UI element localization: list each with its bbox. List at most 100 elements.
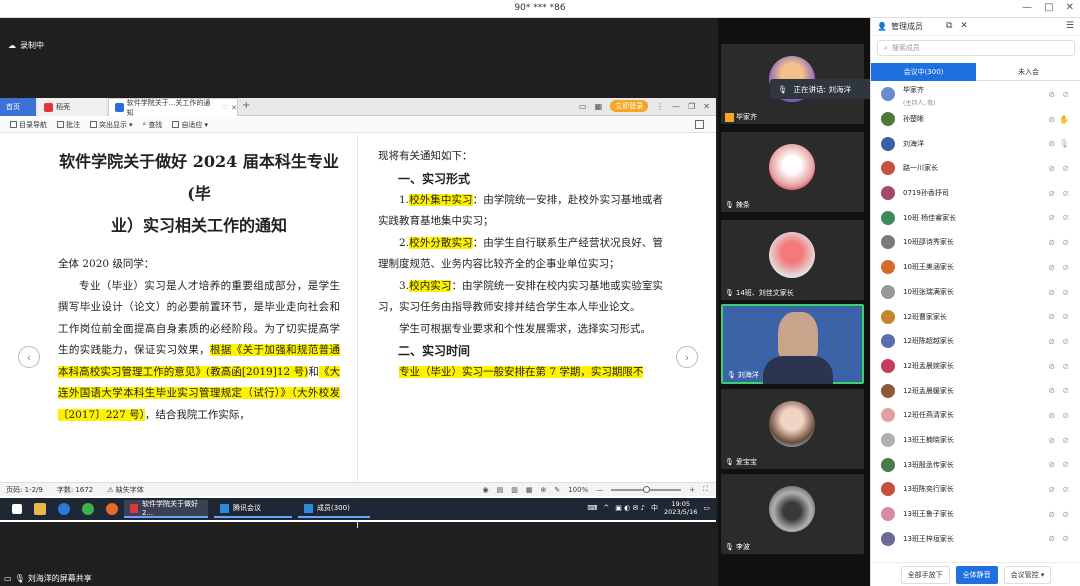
camera-off-icon[interactable]: ⊘ [1048,411,1055,420]
member-row[interactable]: 12班陈超越家长 ⊘ ⊘ [871,329,1080,354]
camera-off-icon[interactable]: ⊘ [1048,189,1055,198]
camera-off-icon[interactable]: ⊘ [1048,115,1055,124]
taskbar-app-meeting[interactable]: 腾讯会议 [214,500,292,518]
member-row[interactable]: 毕家齐 (主持人, 我) ⊘ ⊘ [871,82,1080,107]
tray-icons[interactable]: ▣ ◐ ✉ ♪ [615,504,645,512]
browser-icon[interactable] [82,503,94,515]
video-tile[interactable]: 🎙 14班、刘佳文家长 [721,220,864,300]
video-tile[interactable]: 🎙 爱宝宝 [721,389,864,469]
member-search-input[interactable]: ⌕ 搜索成员 [877,40,1075,56]
keyboard-icon[interactable]: ⌨ [587,504,597,512]
member-row[interactable]: 13班王梓垣家长 ⊘ ⊘ [871,526,1080,551]
video-tile[interactable]: 🎙 李波 [721,474,864,554]
mic-muted-icon[interactable]: 🎙 [1059,139,1069,148]
zoom-out-icon[interactable]: — [596,486,603,494]
mic-muted-icon[interactable]: ⊘ [1062,164,1069,173]
mic-muted-icon[interactable]: ⊘ [1062,411,1069,420]
export-icon[interactable] [695,120,704,129]
mic-muted-icon[interactable]: ⊘ [1062,534,1069,543]
close-icon[interactable]: ✕ [1066,2,1074,13]
eye-icon[interactable]: ◉ [482,486,488,494]
mic-muted-icon[interactable]: ⊘ [1062,213,1069,222]
menu-icon[interactable]: ☰ [1066,21,1074,31]
member-row[interactable]: 10班张瑞满家长 ⊘ ⊘ [871,280,1080,305]
mic-muted-icon[interactable]: ⊘ [1062,460,1069,469]
camera-off-icon[interactable]: ⊘ [1048,139,1055,148]
member-row[interactable]: 12班孟晨婉家长 ⊘ ⊘ [871,354,1080,379]
camera-off-icon[interactable]: ⊘ [1048,238,1055,247]
maximize-icon[interactable]: □ [1044,2,1053,13]
member-row[interactable]: 13班陈奕行家长 ⊘ ⊘ [871,477,1080,502]
two-page-icon[interactable]: ▥ [511,486,518,494]
start-icon[interactable] [12,504,22,514]
zoom-in-icon[interactable]: + [689,486,695,494]
camera-off-icon[interactable]: ⊘ [1048,337,1055,346]
raise-hand-icon[interactable]: ✋ [1059,115,1069,124]
login-button[interactable]: 立即登录 [610,100,649,112]
missing-font[interactable]: ⚠ 缺失字体 [107,485,144,495]
tab-home[interactable]: 首页 [0,98,36,116]
word-count[interactable]: 字数: 1672 [57,485,93,495]
zoom-knob[interactable] [642,485,650,493]
member-row[interactable]: 路一川家长 ⊘ ⊘ [871,156,1080,181]
camera-off-icon[interactable]: ⊘ [1048,164,1055,173]
minimize-icon[interactable]: — [1022,2,1032,13]
camera-off-icon[interactable]: ⊘ [1048,510,1055,519]
member-list-scrollbar[interactable] [1076,82,1080,562]
member-row[interactable]: 10班邵诗秀家长 ⊘ ⊘ [871,230,1080,255]
clock[interactable]: 19:05 2023/5/16 [664,500,697,516]
member-row[interactable]: 10班王美涵家长 ⊘ ⊘ [871,255,1080,280]
mic-muted-icon[interactable]: ⊘ [1062,90,1069,99]
mic-muted-icon[interactable]: ⊘ [1062,337,1069,346]
camera-off-icon[interactable]: ⊘ [1048,485,1055,494]
next-page-button[interactable]: › [676,346,698,368]
camera-off-icon[interactable]: ⊘ [1048,386,1055,395]
firefox-icon[interactable] [106,503,118,515]
camera-off-icon[interactable]: ⊘ [1048,288,1055,297]
tab-not-joined[interactable]: 未入会 [976,63,1080,81]
camera-off-icon[interactable]: ⊘ [1048,436,1055,445]
camera-off-icon[interactable]: ⊘ [1048,312,1055,321]
page-view-icon[interactable]: ▤ [497,486,504,494]
camera-off-icon[interactable]: ⊘ [1048,263,1055,272]
prev-page-button[interactable]: ‹ [18,346,40,368]
member-row[interactable]: 12班任燕清家长 ⊘ ⊘ [871,403,1080,428]
member-row[interactable]: 13班王鲁子家长 ⊘ ⊘ [871,502,1080,527]
notification-icon[interactable]: ▭ [703,504,710,512]
member-row[interactable]: 13班王楠晓家长 ⊘ ⊘ [871,428,1080,453]
taskbar-app-wps[interactable]: 软件学院关于做好2... [124,500,208,518]
fullscreen-icon[interactable]: ⛶ [703,485,708,494]
camera-off-icon[interactable]: ⊘ [1048,90,1055,99]
book-view-icon[interactable]: ▦ [526,486,533,494]
find-button[interactable]: ⌕ 查找 [143,120,163,130]
camera-off-icon[interactable]: ⊘ [1048,213,1055,222]
zoom-level[interactable]: 100% [568,486,588,494]
mic-muted-icon[interactable]: ⊘ [1062,510,1069,519]
folder-icon[interactable] [34,503,46,515]
tray-up-icon[interactable]: ^ [603,504,609,512]
zoom-slider[interactable] [611,485,682,493]
wps-restore-icon[interactable]: ❐ [688,102,695,111]
tab-close-icon[interactable]: ♡ [222,104,228,112]
member-row[interactable]: 10班 杨佳睿家长 ⊘ ⊘ [871,205,1080,230]
ime-icon[interactable]: 中 [651,503,658,513]
toc-nav-button[interactable]: 目录导航 [10,120,47,130]
member-row[interactable]: 12班孟晨媛家长 ⊘ ⊘ [871,378,1080,403]
tab-close-x-icon[interactable]: ✕ [231,104,237,112]
mic-muted-icon[interactable]: ⊘ [1062,189,1069,198]
mic-muted-icon[interactable]: ⊘ [1062,238,1069,247]
close-icon[interactable]: ✕ [960,21,968,31]
camera-off-icon[interactable]: ⊘ [1048,362,1055,371]
mic-muted-icon[interactable]: ⊘ [1062,362,1069,371]
highlight-button[interactable]: 突出显示 ▾ [90,120,133,130]
all-hands-down-button[interactable]: 全部手放下 [900,565,950,584]
menu-icon[interactable]: ⋮ [656,102,664,111]
camera-off-icon[interactable]: ⊘ [1048,534,1055,543]
member-row[interactable]: 12班曹家家长 ⊘ ⊘ [871,304,1080,329]
mic-muted-icon[interactable]: ⊘ [1062,312,1069,321]
layout-icon[interactable]: ▭ [579,102,587,111]
tab-docer[interactable]: 稻壳 [38,98,106,116]
tab-in-meeting[interactable]: 会议中(300) [871,63,976,81]
fit-button[interactable]: 自适应 ▾ [172,120,208,130]
mic-muted-icon[interactable]: ⊘ [1062,263,1069,272]
